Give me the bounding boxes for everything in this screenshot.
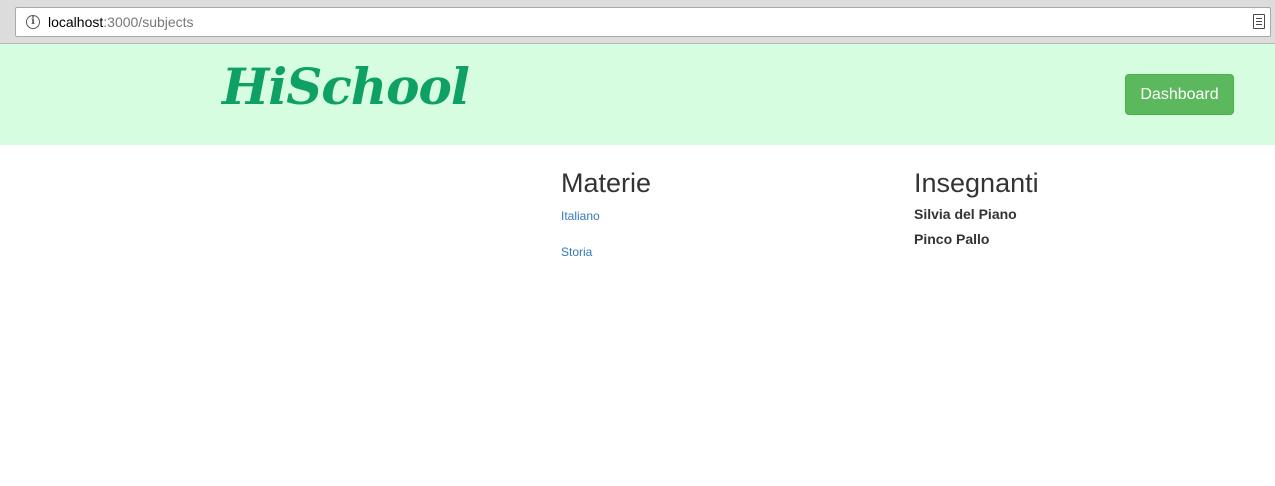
hischool-logo[interactable]: HiSchool bbox=[222, 52, 470, 122]
list-item: Storia bbox=[561, 245, 651, 259]
teacher-list: Silvia del Piano Pinco Pallo bbox=[914, 206, 1039, 248]
list-item: Pinco Pallo bbox=[914, 231, 1039, 248]
teacher-name: Silvia del Piano bbox=[914, 206, 1017, 222]
teacher-name: Pinco Pallo bbox=[914, 231, 990, 247]
subject-link-storia[interactable]: Storia bbox=[561, 245, 651, 259]
subject-list: Italiano Storia bbox=[561, 209, 651, 259]
url-host: localhost bbox=[48, 14, 104, 30]
info-circle-icon[interactable]: i bbox=[26, 15, 40, 29]
browser-toolbar: i localhost:3000/subjects bbox=[0, 0, 1275, 44]
teachers-heading: Insegnanti bbox=[914, 168, 1039, 198]
app-header: HiSchool Dashboard bbox=[0, 44, 1275, 145]
subjects-section: Materie Italiano Storia bbox=[561, 167, 651, 259]
address-bar[interactable]: i localhost:3000/subjects bbox=[15, 7, 1271, 37]
reader-mode-icon[interactable] bbox=[1253, 14, 1265, 29]
dashboard-button[interactable]: Dashboard bbox=[1125, 74, 1234, 115]
url-path: :3000/subjects bbox=[103, 14, 194, 30]
list-item: Italiano bbox=[561, 209, 651, 223]
teachers-section: Insegnanti Silvia del Piano Pinco Pallo bbox=[914, 167, 1039, 248]
subjects-heading: Materie bbox=[561, 168, 652, 198]
list-item: Silvia del Piano bbox=[914, 206, 1039, 223]
url-text[interactable]: localhost:3000/subjects bbox=[48, 14, 194, 30]
subject-link-italiano[interactable]: Italiano bbox=[561, 209, 651, 223]
main-content: Materie Italiano Storia Insegnanti Silvi… bbox=[0, 145, 1275, 486]
